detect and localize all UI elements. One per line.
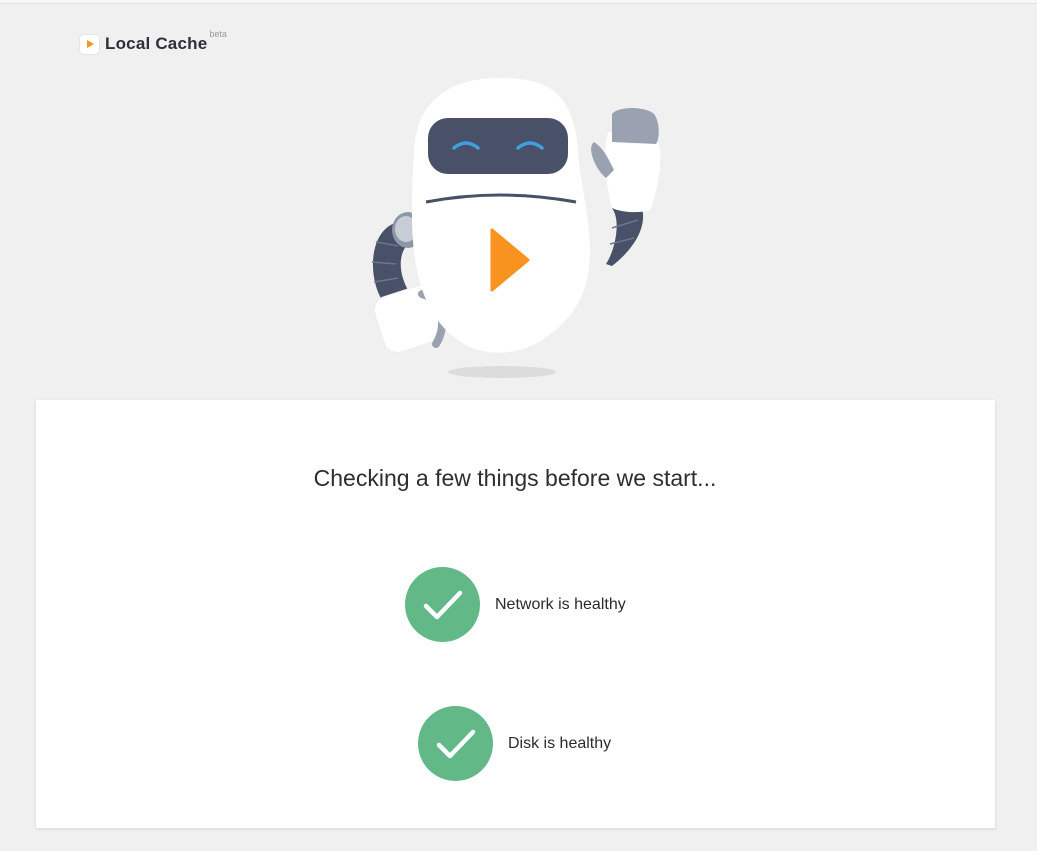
robot-right-hand (605, 132, 661, 213)
checkmark-icon (418, 706, 493, 781)
app-name: Local Cache (105, 34, 208, 53)
robot-mascot-illustration (371, 78, 661, 378)
beta-badge: beta (209, 29, 227, 39)
disk-check-label: Disk is healthy (508, 734, 612, 752)
robot-right-arm (606, 208, 644, 266)
network-check-label: Network is healthy (495, 595, 626, 613)
network-check-row: Network is healthy (405, 567, 626, 642)
robot-visor (428, 118, 568, 174)
play-triangle-icon (80, 34, 99, 54)
status-heading: Checking a few things before we start... (313, 465, 717, 491)
app-brand: Local Cache beta (80, 29, 227, 54)
disk-check-row: Disk is healthy (418, 706, 611, 781)
window-top-border (0, 0, 1037, 4)
robot-shadow (448, 366, 556, 378)
checkmark-icon (405, 567, 480, 642)
